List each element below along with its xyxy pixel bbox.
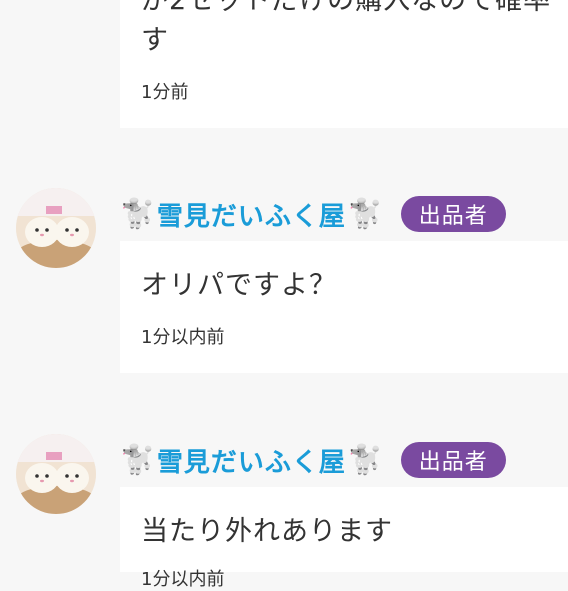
poodle-icon: 🐩: [120, 197, 155, 230]
mochi-avatar-icon: [16, 188, 96, 268]
comment-header: 🐩 雪見だいふく屋 🐩 出品者: [120, 194, 506, 234]
comment-card: オリパですよ？ 1分以内前: [120, 241, 568, 373]
comment-card: 当たり外れあります 1分以内前: [120, 487, 568, 590]
seller-avatar[interactable]: [16, 434, 96, 514]
comment-header: 🐩 雪見だいふく屋 🐩 出品者: [120, 440, 506, 480]
seller-avatar[interactable]: [16, 188, 96, 268]
comment-time: 1分以内前: [141, 327, 225, 348]
seller-name[interactable]: 雪見だいふく屋: [157, 442, 346, 479]
comment-text: が2セットだけの購入なので確率: [141, 0, 552, 16]
comment-card: が2セットだけの購入なので確率 す 1分前: [120, 0, 568, 128]
comment-text: す: [141, 25, 169, 56]
poodle-icon: 🐩: [347, 197, 383, 230]
comment-text: オリパですよ？: [141, 270, 337, 301]
comment-text: 当たり外れあります: [141, 516, 393, 547]
seller-name[interactable]: 雪見だいふく屋: [157, 196, 346, 233]
comment-time: 1分以内前: [141, 569, 225, 590]
mochi-avatar-icon: [16, 434, 96, 514]
seller-badge: 出品者: [400, 196, 506, 232]
poodle-icon: 🐩: [120, 443, 155, 476]
comment-time: 1分前: [141, 82, 189, 103]
seller-badge: 出品者: [400, 442, 506, 478]
poodle-icon: 🐩: [347, 443, 383, 476]
